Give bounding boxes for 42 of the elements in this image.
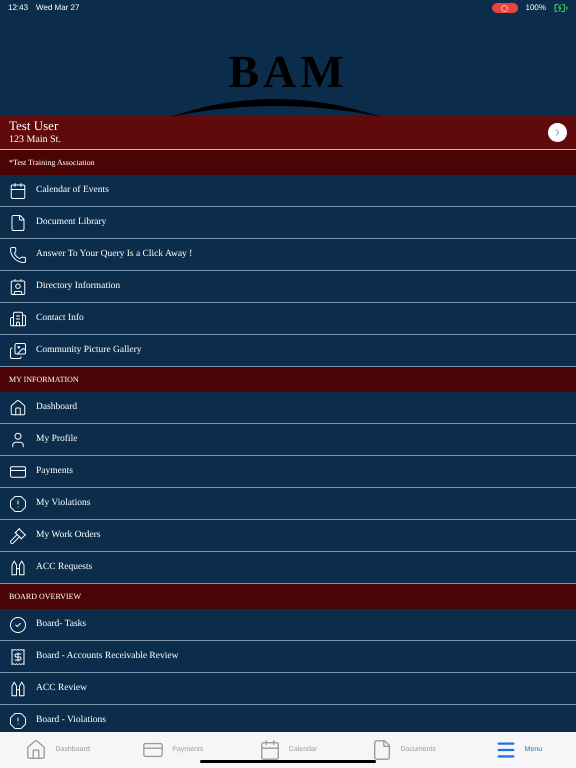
nav-list-row[interactable]: Directory Information [0, 271, 576, 303]
gavel-icon [9, 526, 27, 544]
phone-icon [9, 246, 27, 264]
document-icon [9, 214, 27, 232]
nav-list-row[interactable]: Contact Info [0, 303, 576, 335]
pillars-icon [9, 680, 27, 698]
user-name: Test User [9, 118, 60, 132]
nav-list-row[interactable]: Dashboard [0, 392, 576, 424]
home-icon [25, 739, 48, 761]
nav-list-row[interactable]: Calendar of Events [0, 175, 576, 207]
battery-icon [554, 1, 568, 15]
calendar-icon [258, 739, 281, 761]
check-circle-icon [9, 616, 27, 634]
nav-list-row[interactable]: ACC Review [0, 673, 576, 705]
user-address: 123 Main St. [9, 132, 62, 146]
logo: BAM [228, 46, 348, 96]
status-date: Wed Mar 27 [36, 2, 80, 14]
receipt-icon [9, 648, 27, 666]
status-time: 12:43 [8, 2, 28, 14]
section-header: *Test Training Association [0, 150, 576, 175]
image-icon [9, 342, 27, 360]
alert-icon [9, 712, 27, 730]
pillars-icon [9, 558, 27, 576]
recording-indicator [492, 3, 518, 13]
nav-list-row[interactable]: Board- Tasks [0, 609, 576, 641]
calendar-icon [9, 182, 27, 200]
battery-percentage: 100% [526, 2, 546, 14]
nav-list-row[interactable]: Board - Accounts Receivable Review [0, 641, 576, 673]
user-bar[interactable]: Test User 123 Main St. [0, 115, 576, 150]
building-icon [9, 310, 27, 328]
nav-list-row[interactable]: My Work Orders [0, 520, 576, 552]
nav-list-row[interactable]: Document Library [0, 207, 576, 239]
home-icon [9, 398, 27, 416]
nav-list-row[interactable]: My Violations [0, 488, 576, 520]
nav-list-row[interactable]: Answer To Your Query Is a Click Away ! [0, 239, 576, 271]
chevron-button[interactable] [548, 122, 567, 142]
nav-list-row[interactable]: Payments [0, 456, 576, 488]
section-header: BOARD OVERVIEW [0, 584, 576, 609]
alert-icon [9, 494, 27, 512]
nav-list-row[interactable]: My Profile [0, 424, 576, 456]
contact-card-icon [9, 278, 27, 296]
section-header: MY INFORMATION [0, 367, 576, 392]
